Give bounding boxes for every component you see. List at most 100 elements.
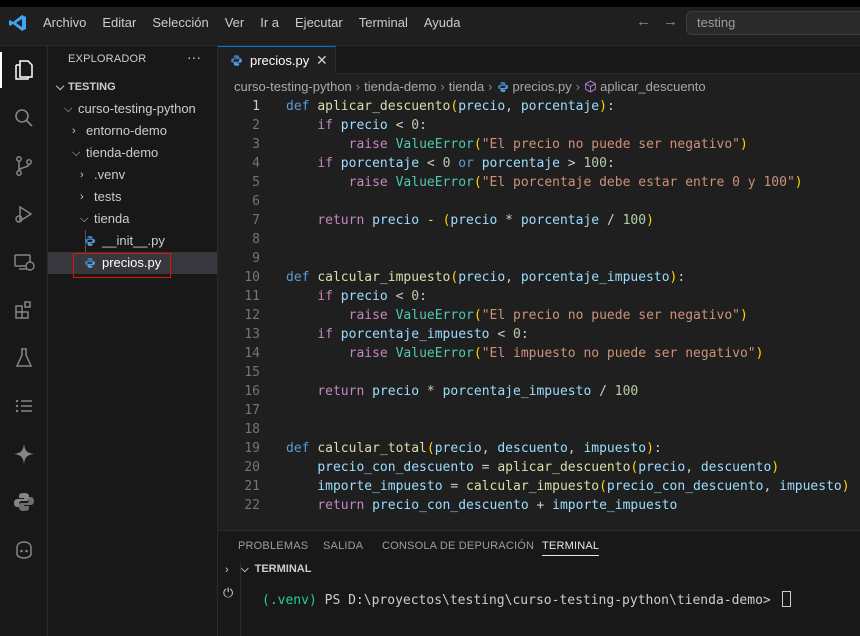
chevron-right-icon: › — [575, 79, 581, 94]
chevron-down-icon: ⌵ — [80, 213, 89, 225]
code-text: if porcentaje < 0 or porcentaje > 100: — [317, 156, 615, 171]
source-control-icon[interactable] — [0, 142, 48, 190]
code-line[interactable]: 14 raise ValueError("El impuesto no pued… — [218, 344, 860, 363]
breadcrumb: curso-testing-python › tienda-demo › tie… — [234, 79, 706, 94]
copilot-icon[interactable] — [0, 526, 48, 574]
code-line[interactable]: 4 if porcentaje < 0 or porcentaje > 100: — [218, 154, 860, 173]
code-line[interactable]: 8 — [218, 230, 860, 249]
terminal-prompt-line[interactable]: (.venv) PS D:\proyectos\testing\curso-te… — [262, 591, 791, 608]
line-number: 4 — [252, 156, 260, 171]
explorer-icon[interactable] — [0, 46, 48, 94]
chevron-down-icon: ⌵ — [64, 103, 73, 115]
line-number: 17 — [244, 403, 260, 418]
menu-ayuda[interactable]: Ayuda — [416, 14, 469, 32]
extensions-icon[interactable] — [0, 286, 48, 334]
remote-explorer-icon[interactable] — [0, 238, 48, 286]
explorer-title: EXPLORADOR — [68, 53, 147, 65]
close-icon[interactable]: ✕ — [316, 52, 328, 69]
code-line[interactable]: 19 def calcular_total(precio, descuento, … — [218, 439, 860, 458]
menu-editar[interactable]: Editar — [94, 14, 144, 32]
top-edge — [0, 0, 860, 7]
code-line[interactable]: 17 — [218, 401, 860, 420]
tree-item-testing[interactable]: ⌵ TESTING — [48, 76, 217, 98]
menu-ejecutar[interactable]: Ejecutar — [287, 14, 351, 32]
code-editor[interactable]: 1 def aplicar_descuento(precio, porcentaj… — [218, 97, 860, 517]
code-line[interactable]: 2 if precio < 0: — [218, 116, 860, 135]
code-text: importe_impuesto = calcular_impuesto(pre… — [317, 479, 850, 494]
tree-item-curso-testing-python[interactable]: ⌵ curso-testing-python — [48, 98, 217, 120]
tree-item-label: tienda-demo — [86, 145, 159, 160]
code-text: return precio_con_descuento + importe_im… — [317, 498, 678, 513]
tree-item-venv[interactable]: › .venv — [48, 164, 217, 186]
tab-salida[interactable]: SALIDA — [323, 540, 363, 552]
code-line[interactable]: 11 if precio < 0: — [218, 287, 860, 306]
code-line[interactable]: 18 — [218, 420, 860, 439]
testing-flask-icon[interactable] — [0, 334, 48, 382]
bottom-panel: PROBLEMAS SALIDA CONSOLA DE DEPURACIÓN T… — [218, 530, 860, 636]
tab-precios-py[interactable]: precios.py ✕ — [218, 46, 336, 74]
forward-arrow-icon[interactable]: → — [663, 13, 678, 30]
code-text: def calcular_total(precio, descuento, im… — [286, 441, 662, 456]
tab-consola-depuracion[interactable]: CONSOLA DE DEPURACIÓN — [382, 540, 534, 552]
menu-ver[interactable]: Ver — [217, 14, 253, 32]
tree-item-label: TESTING — [68, 81, 116, 93]
sparkle-icon[interactable] — [0, 430, 48, 478]
code-line[interactable]: 15 — [218, 363, 860, 382]
chevron-right-icon: › — [488, 79, 493, 94]
line-number: 18 — [244, 422, 260, 437]
code-line[interactable]: 9 — [218, 249, 860, 268]
chevron-down-icon[interactable]: ⌵ — [241, 564, 249, 575]
command-center-search[interactable]: testing — [686, 11, 860, 35]
python-icon[interactable] — [0, 478, 48, 526]
menu-archivo[interactable]: Archivo — [35, 14, 94, 32]
tab-terminal[interactable]: TERMINAL — [542, 540, 600, 556]
menu-terminal[interactable]: Terminal — [351, 14, 416, 32]
chevron-right-icon: › — [440, 79, 445, 94]
breadcrumb-item[interactable]: aplicar_descuento — [600, 79, 706, 94]
chevron-down-icon: ⌵ — [56, 81, 65, 93]
code-line[interactable]: 21 importe_impuesto = calcular_impuesto(… — [218, 477, 860, 496]
code-line[interactable]: 7 return precio - (precio * porcentaje /… — [218, 211, 860, 230]
code-line[interactable]: 5 raise ValueError("El porcentaje debe e… — [218, 173, 860, 192]
tree-item-entorno-demo[interactable]: › entorno-demo — [48, 120, 217, 142]
tab-problemas[interactable]: PROBLEMAS — [238, 540, 308, 552]
code-line[interactable]: 10 def calcular_impuesto(precio, porcenta… — [218, 268, 860, 287]
code-line[interactable]: 12 raise ValueError("El precio no puede … — [218, 306, 860, 325]
list-tasks-icon[interactable] — [0, 382, 48, 430]
breadcrumb-item[interactable]: precios.py — [513, 79, 572, 94]
tree-item-label: .venv — [94, 167, 126, 182]
code-line[interactable]: 3 raise ValueError("El precio no puede s… — [218, 135, 860, 154]
code-line[interactable]: 1 def aplicar_descuento(precio, porcentaj… — [218, 97, 860, 116]
tree-item-init-py[interactable]: __init__.py — [48, 230, 217, 252]
chevron-right-icon[interactable]: › — [225, 564, 229, 576]
code-text: raise ValueError("El precio no puede ser… — [348, 308, 748, 323]
tree-item-tienda[interactable]: ⌵ tienda — [48, 208, 217, 230]
menu-ir-a[interactable]: Ir a — [252, 14, 287, 32]
python-file-icon — [85, 236, 95, 246]
code-line[interactable]: 22 return precio_con_descuento + importe… — [218, 496, 860, 515]
line-number: 8 — [252, 232, 260, 247]
breadcrumb-item[interactable]: tienda — [449, 79, 484, 94]
line-number: 14 — [244, 346, 260, 361]
terminal-prompt: PS D:\proyectos\testing\curso-testing-py… — [316, 593, 779, 608]
terminal-plug-icon: ⏻ — [223, 585, 234, 600]
breadcrumb-item[interactable]: curso-testing-python — [234, 79, 352, 94]
menu-seleccion[interactable]: Selección — [144, 14, 216, 32]
code-line[interactable]: 16 return precio * porcentaje_impuesto /… — [218, 382, 860, 401]
breadcrumb-item[interactable]: tienda-demo — [364, 79, 436, 94]
code-text: raise ValueError("El impuesto no puede s… — [348, 346, 764, 361]
code-line[interactable]: 6 — [218, 192, 860, 211]
line-number: 13 — [244, 327, 260, 342]
run-debug-icon[interactable] — [0, 190, 48, 238]
tree-item-tests[interactable]: › tests — [48, 186, 217, 208]
more-actions-icon[interactable]: ··· — [187, 49, 201, 65]
search-icon[interactable] — [0, 94, 48, 142]
code-line[interactable]: 13 if porcentaje_impuesto < 0: — [218, 325, 860, 344]
code-line[interactable]: 20 precio_con_descuento = aplicar_descue… — [218, 458, 860, 477]
tree-item-tienda-demo[interactable]: ⌵ tienda-demo — [48, 142, 217, 164]
python-file-icon — [231, 55, 242, 66]
tree-item-label: __init__.py — [102, 233, 165, 248]
back-arrow-icon[interactable]: ← — [636, 13, 651, 30]
selection-highlight-box — [73, 253, 171, 278]
chevron-right-icon: › — [80, 191, 84, 203]
